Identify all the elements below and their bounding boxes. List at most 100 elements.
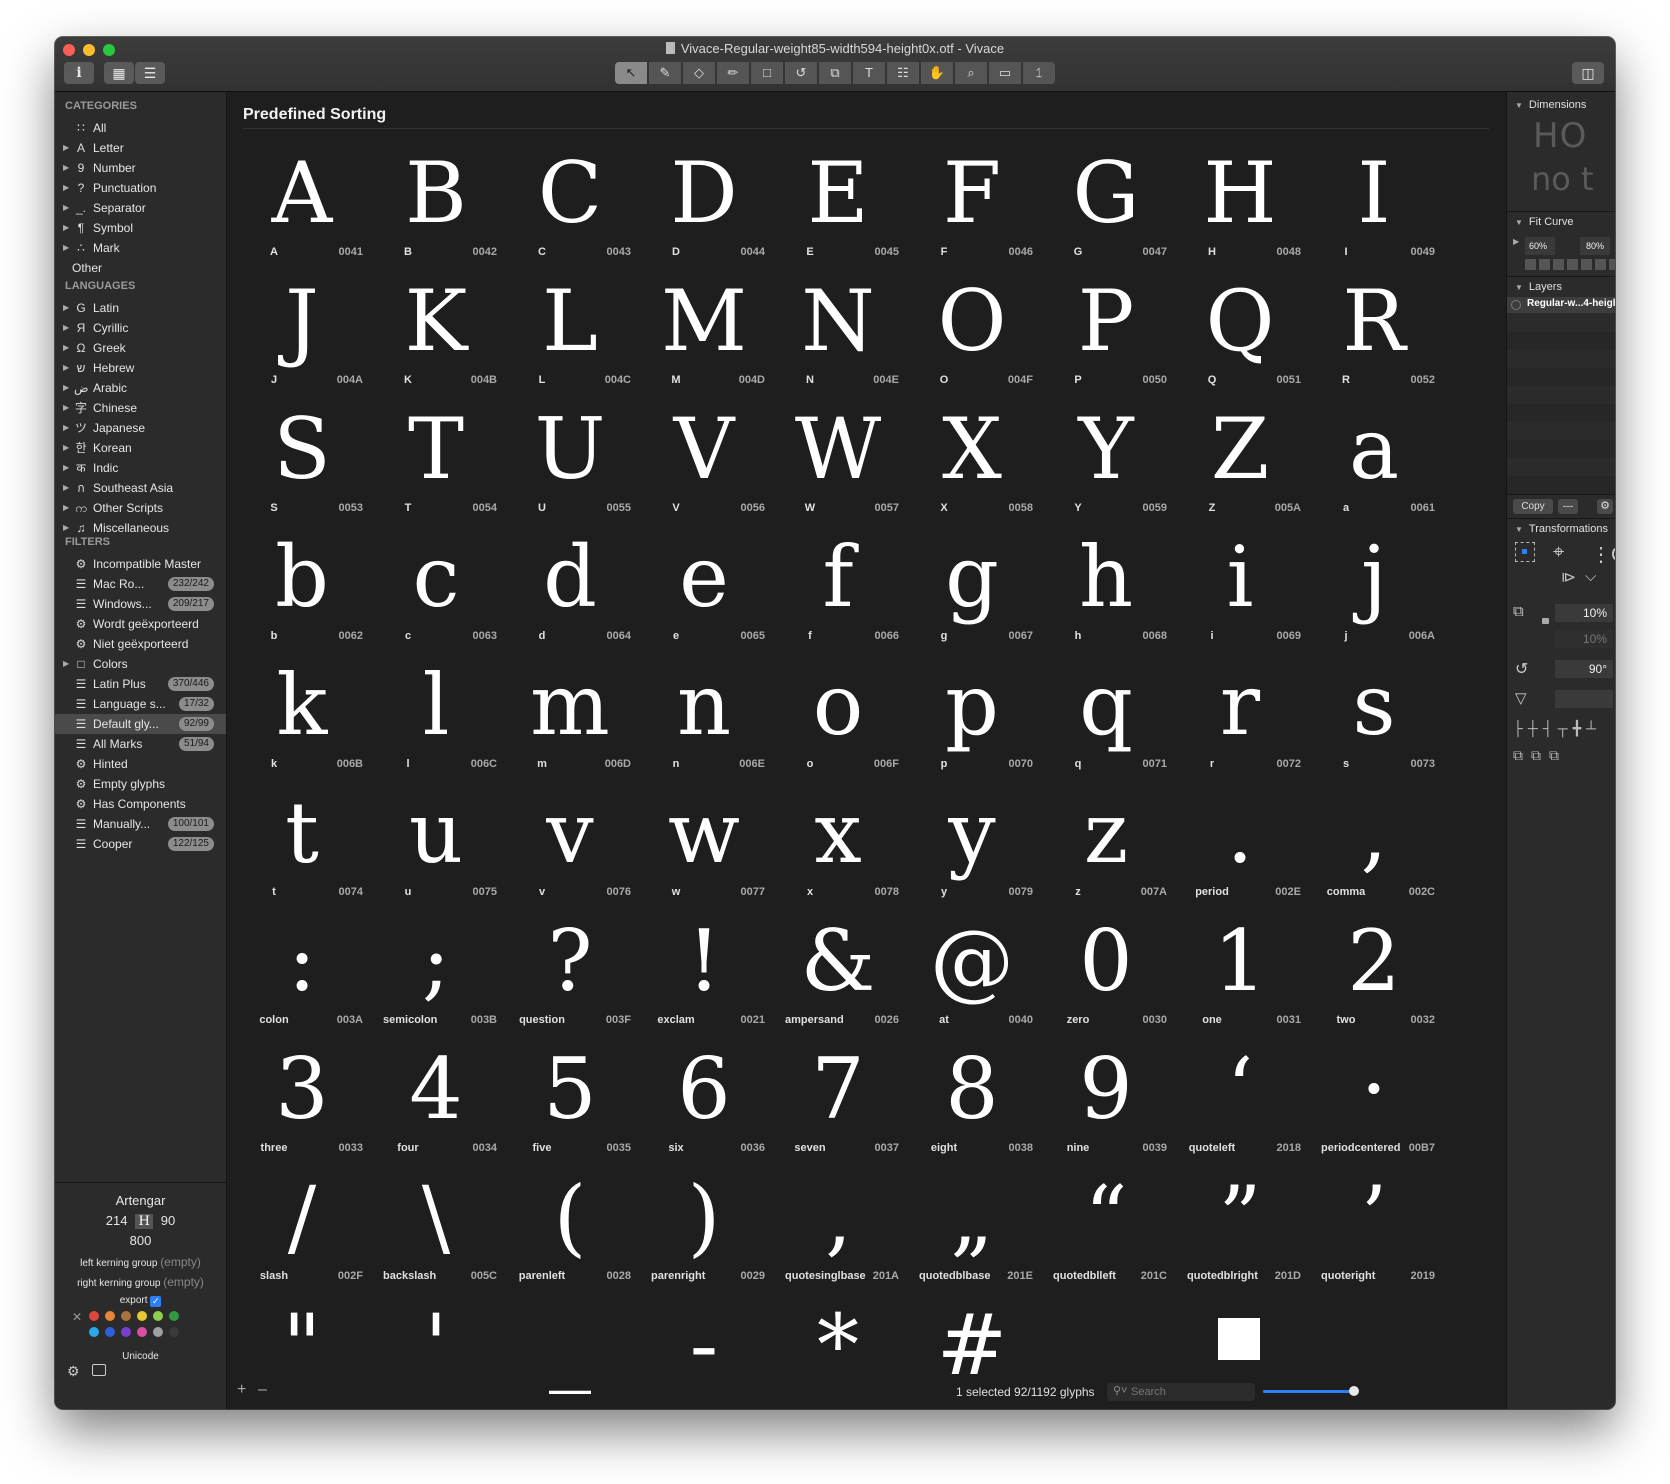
glyph-cell[interactable]: 2 two 0032 (1307, 912, 1441, 1032)
sidebar-item-manually[interactable]: ☰ Manually... 100/101 (55, 814, 226, 834)
glyph-cell[interactable]: L L 004C (503, 272, 637, 392)
fit-curve-preset[interactable] (1539, 259, 1550, 270)
union-icon[interactable]: ⧉ (1513, 747, 1523, 764)
dimensions-section-header[interactable]: ▼ Dimensions (1515, 99, 1586, 111)
color-swatch[interactable] (105, 1311, 115, 1321)
scale-y-field[interactable]: 10% (1555, 630, 1613, 648)
right-sidebearing[interactable]: 90 (161, 1213, 175, 1228)
sidebar-item-hebrew[interactable]: ▶ ש Hebrew (55, 358, 226, 378)
layer-row-selected[interactable]: Regular-w...4-height0x (1507, 297, 1615, 313)
list-view-button[interactable]: ☰ (135, 62, 165, 84)
glyph-cell[interactable]: o o 006F (771, 656, 905, 776)
intersect-icon[interactable]: ⧉ (1549, 747, 1559, 764)
left-sidebearing[interactable]: 214 (106, 1213, 128, 1228)
tool-button[interactable]: ✎ (649, 62, 681, 84)
glyph-cell[interactable]: K K 004B (369, 272, 503, 392)
glyph-cell[interactable]: l l 006C (369, 656, 503, 776)
glyph-cell[interactable]: w w 0077 (637, 784, 771, 904)
layers-section-header[interactable]: ▼ Layers (1515, 281, 1562, 293)
tool-button[interactable]: ⌕ (955, 62, 987, 84)
right-kerning-value[interactable]: (empty) (163, 1275, 204, 1289)
align-middle-icon[interactable]: ╋ (1573, 720, 1581, 737)
sidebar-item-incompatible-master[interactable]: ⚙ Incompatible Master (55, 554, 226, 574)
layer-visibility-icon[interactable] (1511, 300, 1521, 310)
disclosure-triangle-icon[interactable]: ▶ (63, 498, 69, 518)
align-right-icon[interactable]: ┤ (1543, 720, 1553, 737)
glyph-cell[interactable]: m m 006D (503, 656, 637, 776)
glyph-cell[interactable]: ‚ quotesinglbase 201A (771, 1168, 905, 1288)
glyph-cell[interactable]: A A 0041 (235, 144, 369, 264)
tool-button[interactable]: ☷ (887, 62, 919, 84)
glyph-cell[interactable]: r r 0072 (1173, 656, 1307, 776)
tool-button[interactable]: ◇ (683, 62, 715, 84)
sidebar-item-southeast-asia[interactable]: ▶ ก Southeast Asia (55, 478, 226, 498)
glyph-cell[interactable]: ? question 003F (503, 912, 637, 1032)
align-top-icon[interactable]: ┬ (1558, 720, 1568, 737)
disclosure-triangle-icon[interactable]: ▶ (63, 518, 69, 538)
glyph-cell[interactable]: 5 five 0035 (503, 1040, 637, 1160)
sidebar-item-windows[interactable]: ☰ Windows... 209/217 (55, 594, 226, 614)
clear-color-icon[interactable]: ✕ (72, 1310, 82, 1324)
slant-left-icon[interactable]: ▽ (1515, 689, 1527, 707)
glyph-cell[interactable]: H H 0048 (1173, 144, 1307, 264)
glyph-cell[interactable]: Q Q 0051 (1173, 272, 1307, 392)
glyph-cell[interactable]: I I 0049 (1307, 144, 1441, 264)
disclosure-triangle-icon[interactable]: ▶ (63, 298, 69, 318)
glyph-cell[interactable]: e e 0065 (637, 528, 771, 648)
sidebar-item-indic[interactable]: ▶ क Indic (55, 458, 226, 478)
sidebar-item-punctuation[interactable]: ▶? Punctuation (55, 178, 226, 198)
disclosure-triangle-icon[interactable]: ▶ (63, 138, 69, 158)
glyph-cell[interactable]: : colon 003A (235, 912, 369, 1032)
fit-curve-preset[interactable] (1567, 259, 1578, 270)
glyph-cell[interactable]: 4 four 0034 (369, 1040, 503, 1160)
sidebar-item-empty-glyphs[interactable]: ⚙ Empty glyphs (55, 774, 226, 794)
sidebar-item-mark[interactable]: ▶ ∴ Mark (55, 238, 226, 258)
glyph-cell[interactable]: a a 0061 (1307, 400, 1441, 520)
crosshair-origin-icon[interactable]: ⌖ (1553, 541, 1564, 564)
glyph-cell[interactable]: N N 004E (771, 272, 905, 392)
fit-curve-preset[interactable] (1609, 259, 1615, 270)
glyph-cell[interactable]: ’ quoteright 2019 (1307, 1168, 1441, 1288)
sidebar-toggle-button[interactable]: ◫ (1572, 62, 1604, 84)
disclosure-triangle-icon[interactable]: ▶ (63, 378, 69, 398)
glyph-cell[interactable]: T T 0054 (369, 400, 503, 520)
color-swatch[interactable] (121, 1311, 131, 1321)
color-swatch[interactable] (137, 1327, 147, 1337)
glyph-cell[interactable]: Z Z 005A (1173, 400, 1307, 520)
glyph-cell[interactable]: 9 nine 0039 (1039, 1040, 1173, 1160)
remove-layer-button[interactable]: — (1558, 499, 1578, 514)
glyph-cell[interactable]: z z 007A (1039, 784, 1173, 904)
gear-icon[interactable]: ⚙ (67, 1363, 80, 1380)
layer-options-gear-icon[interactable]: ⚙ (1597, 499, 1613, 514)
align-left-icon[interactable]: ├ (1513, 720, 1523, 737)
glyph-cell[interactable]: 7 seven 0037 (771, 1040, 905, 1160)
glyph-cell[interactable]: X X 0058 (905, 400, 1039, 520)
fit-curve-expand-icon[interactable]: ▶ (1513, 237, 1519, 246)
sidebar-item-other[interactable]: Other (55, 258, 226, 278)
copy-layer-button[interactable]: Copy (1513, 499, 1553, 514)
sidebar-item-korean[interactable]: ▶ 한 Korean (55, 438, 226, 458)
flip-horizontal-icon[interactable]: ⧐ (1561, 568, 1576, 586)
color-swatch[interactable] (137, 1311, 147, 1321)
glyph-cell[interactable]: M M 004D (637, 272, 771, 392)
disclosure-triangle-icon[interactable]: ▶ (63, 478, 69, 498)
glyph-cell[interactable]: D D 0044 (637, 144, 771, 264)
glyph-cell[interactable]: , comma 002C (1307, 784, 1441, 904)
glyph-cell[interactable]: “ quotedblleft 201C (1039, 1168, 1173, 1288)
glyph-cell[interactable]: i i 0069 (1173, 528, 1307, 648)
subtract-icon[interactable]: ⧉ (1531, 747, 1541, 764)
glyph-cell[interactable]: S S 0053 (235, 400, 369, 520)
glyph-cell[interactable]: 0 zero 0030 (1039, 912, 1173, 1032)
glyph-cell[interactable]: @ at 0040 (905, 912, 1039, 1032)
glyph-cell[interactable]: · periodcentered 00B7 (1307, 1040, 1441, 1160)
glyph-cell[interactable]: j j 006A (1307, 528, 1441, 648)
sidebar-item-cyrillic[interactable]: ▶ Я Cyrillic (55, 318, 226, 338)
sidebar-item-latin[interactable]: ▶ G Latin (55, 298, 226, 318)
glyph-cell[interactable]: v v 0076 (503, 784, 637, 904)
transformations-section-header[interactable]: ▼ Transformations (1515, 523, 1608, 535)
tool-button[interactable]: ⧉ (819, 62, 851, 84)
glyph-cell[interactable]: ‘ quoteleft 2018 (1173, 1040, 1307, 1160)
disclosure-triangle-icon[interactable]: ▶ (63, 218, 69, 238)
fit-curve-preset[interactable] (1553, 259, 1564, 270)
sidebar-item-wordt-ge-xporteerd[interactable]: ⚙ Wordt geëxporteerd (55, 614, 226, 634)
